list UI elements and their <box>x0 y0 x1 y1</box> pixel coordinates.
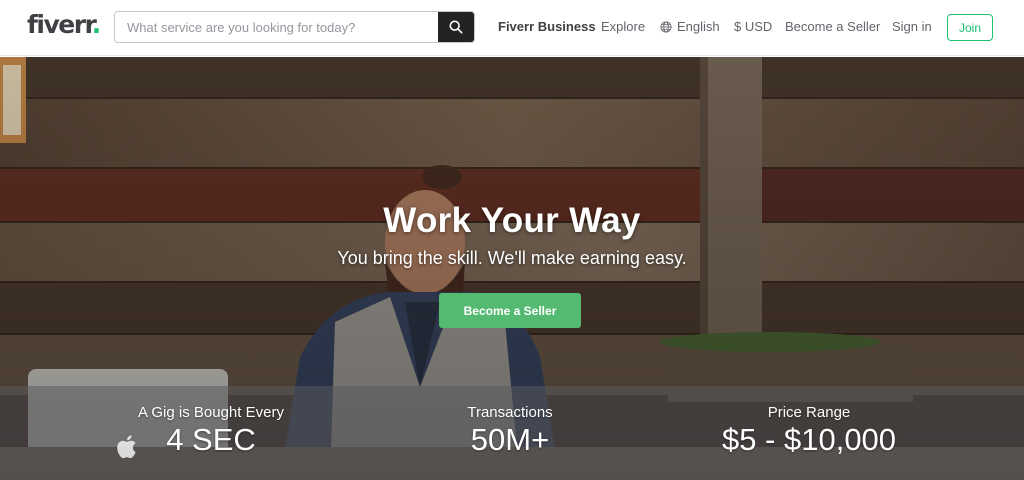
hero-banner: Work Your Way You bring the skill. We'll… <box>0 57 1024 480</box>
stat-label: Transactions <box>467 404 553 421</box>
nav-explore[interactable]: Explore <box>601 19 645 34</box>
stat-label: Price Range <box>767 404 851 421</box>
hero-title: Work Your Way <box>383 201 641 240</box>
stat-value: $5 - $10,000 <box>721 422 897 457</box>
become-seller-cta-button[interactable]: Become a Seller <box>439 293 581 328</box>
search-bar <box>114 11 475 43</box>
nav-currency[interactable]: $ USD <box>734 19 772 34</box>
search-icon <box>449 20 463 34</box>
top-navbar: fiverr. Fiverr Business Explore English … <box>0 0 1024 56</box>
nav-become-seller[interactable]: Become a Seller <box>785 19 880 34</box>
logo-dot: . <box>91 10 102 39</box>
hero-subtitle: You bring the skill. We'll make earning … <box>337 248 687 268</box>
fiverr-logo[interactable]: fiverr. <box>27 10 102 39</box>
nav-language[interactable]: English <box>660 19 720 34</box>
nav-fiverr-business[interactable]: Fiverr Business <box>498 19 596 34</box>
stat-value: 50M+ <box>470 422 550 457</box>
nav-language-label: English <box>677 19 720 34</box>
stat-value: 4 SEC <box>166 422 256 457</box>
globe-icon <box>660 20 672 33</box>
stats-band: A Gig is Bought Every 4 SEC Transactions… <box>0 386 1024 480</box>
search-input[interactable] <box>115 12 438 42</box>
stat-label: A Gig is Bought Every <box>138 404 284 421</box>
logo-text: fiverr <box>27 10 93 39</box>
nav-sign-in[interactable]: Sign in <box>892 19 932 34</box>
join-button[interactable]: Join <box>947 14 993 41</box>
search-button[interactable] <box>438 12 474 42</box>
